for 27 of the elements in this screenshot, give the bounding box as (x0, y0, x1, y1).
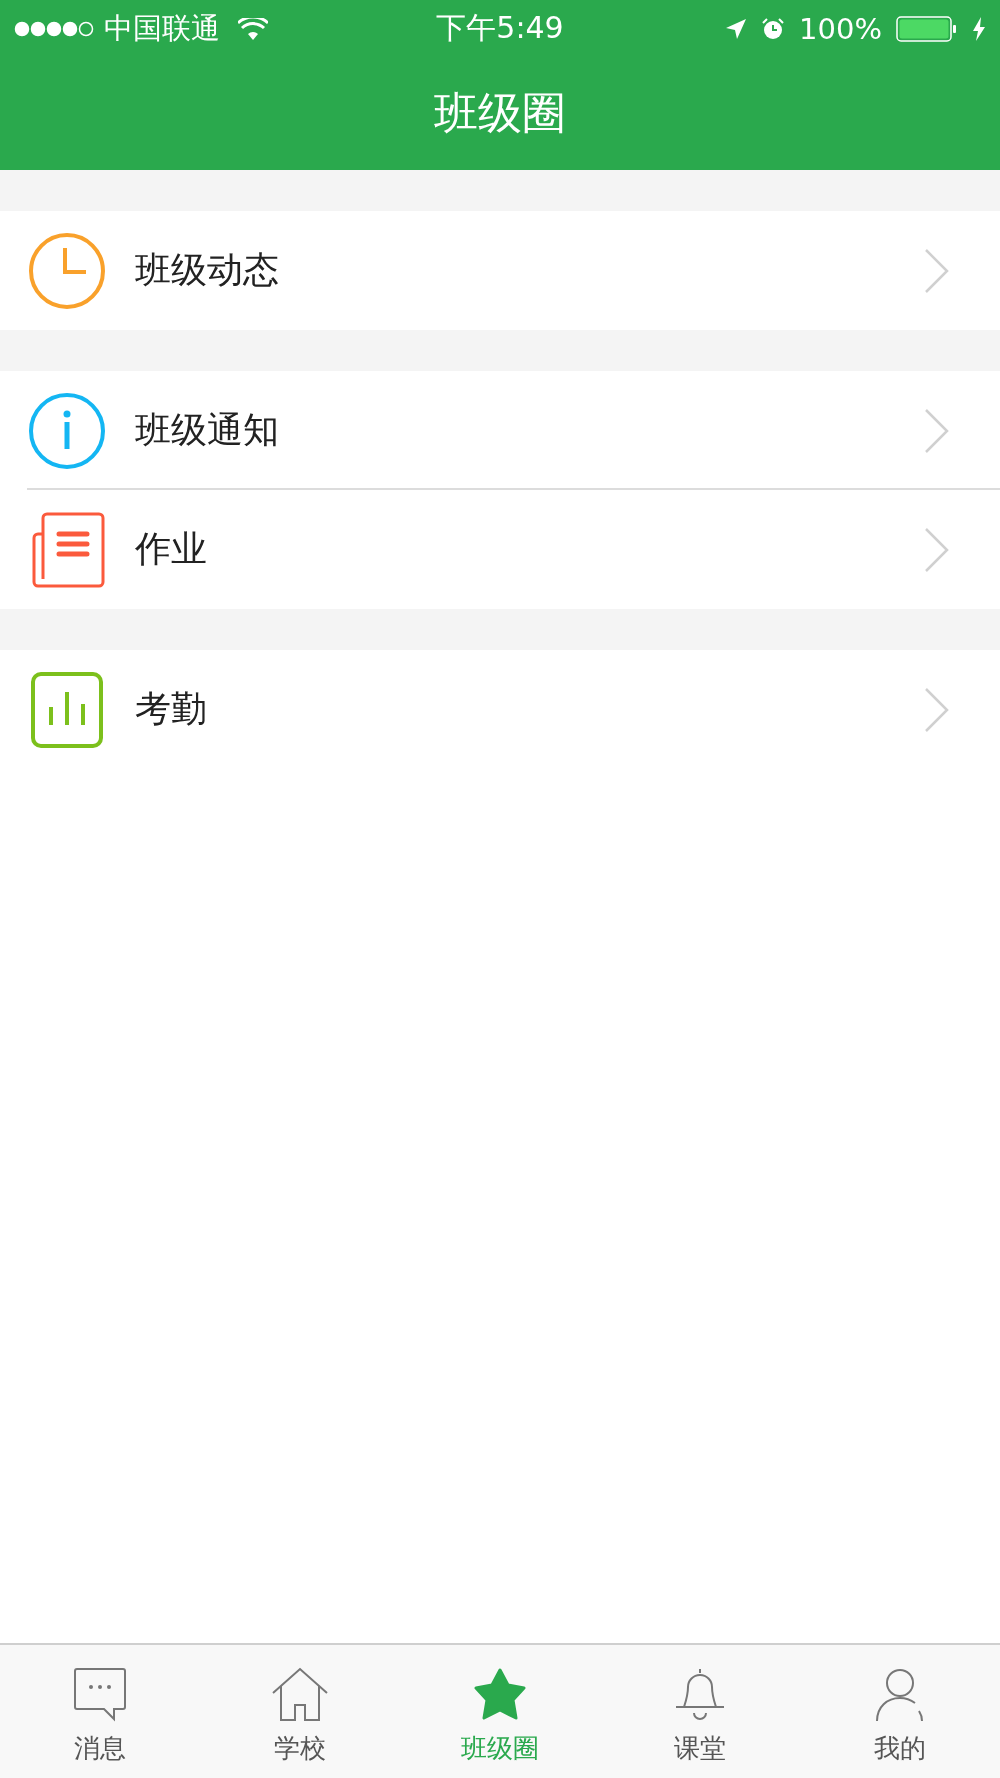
chevron-right-icon (924, 407, 950, 454)
clock-icon (27, 230, 107, 311)
alarm-clock-icon (761, 16, 786, 41)
chevron-right-icon (924, 526, 950, 573)
location-arrow-icon (725, 17, 748, 40)
tab-bar-item[interactable]: 我的 (800, 1645, 1000, 1778)
charging-bolt-icon (972, 16, 986, 41)
carrier-name: 中国联通 (104, 9, 220, 47)
wifi-icon (238, 17, 268, 40)
tab-bar-item[interactable]: 课堂 (600, 1645, 800, 1778)
tab-bar-item[interactable]: 学校 (200, 1645, 400, 1778)
chat-icon (73, 1667, 127, 1723)
person-icon (874, 1667, 926, 1723)
page-title: 班级圈 (434, 86, 566, 140)
tab-bar-item[interactable]: 消息 (0, 1645, 200, 1778)
menu-item-label[interactable]: 作业 (135, 525, 924, 574)
status-time: 下午5:49 (436, 9, 564, 47)
menu-item-label[interactable]: 班级通知 (135, 406, 924, 455)
signal-icon (14, 20, 94, 37)
chevron-right-icon (924, 247, 950, 294)
battery-percent: 100% (799, 11, 882, 46)
home-icon (271, 1667, 329, 1723)
chevron-right-icon (924, 686, 950, 733)
battery-icon (896, 15, 958, 42)
menu-item-label[interactable]: 考勤 (135, 685, 924, 734)
menu-item-label[interactable]: 班级动态 (135, 246, 924, 295)
info-icon (27, 390, 107, 471)
